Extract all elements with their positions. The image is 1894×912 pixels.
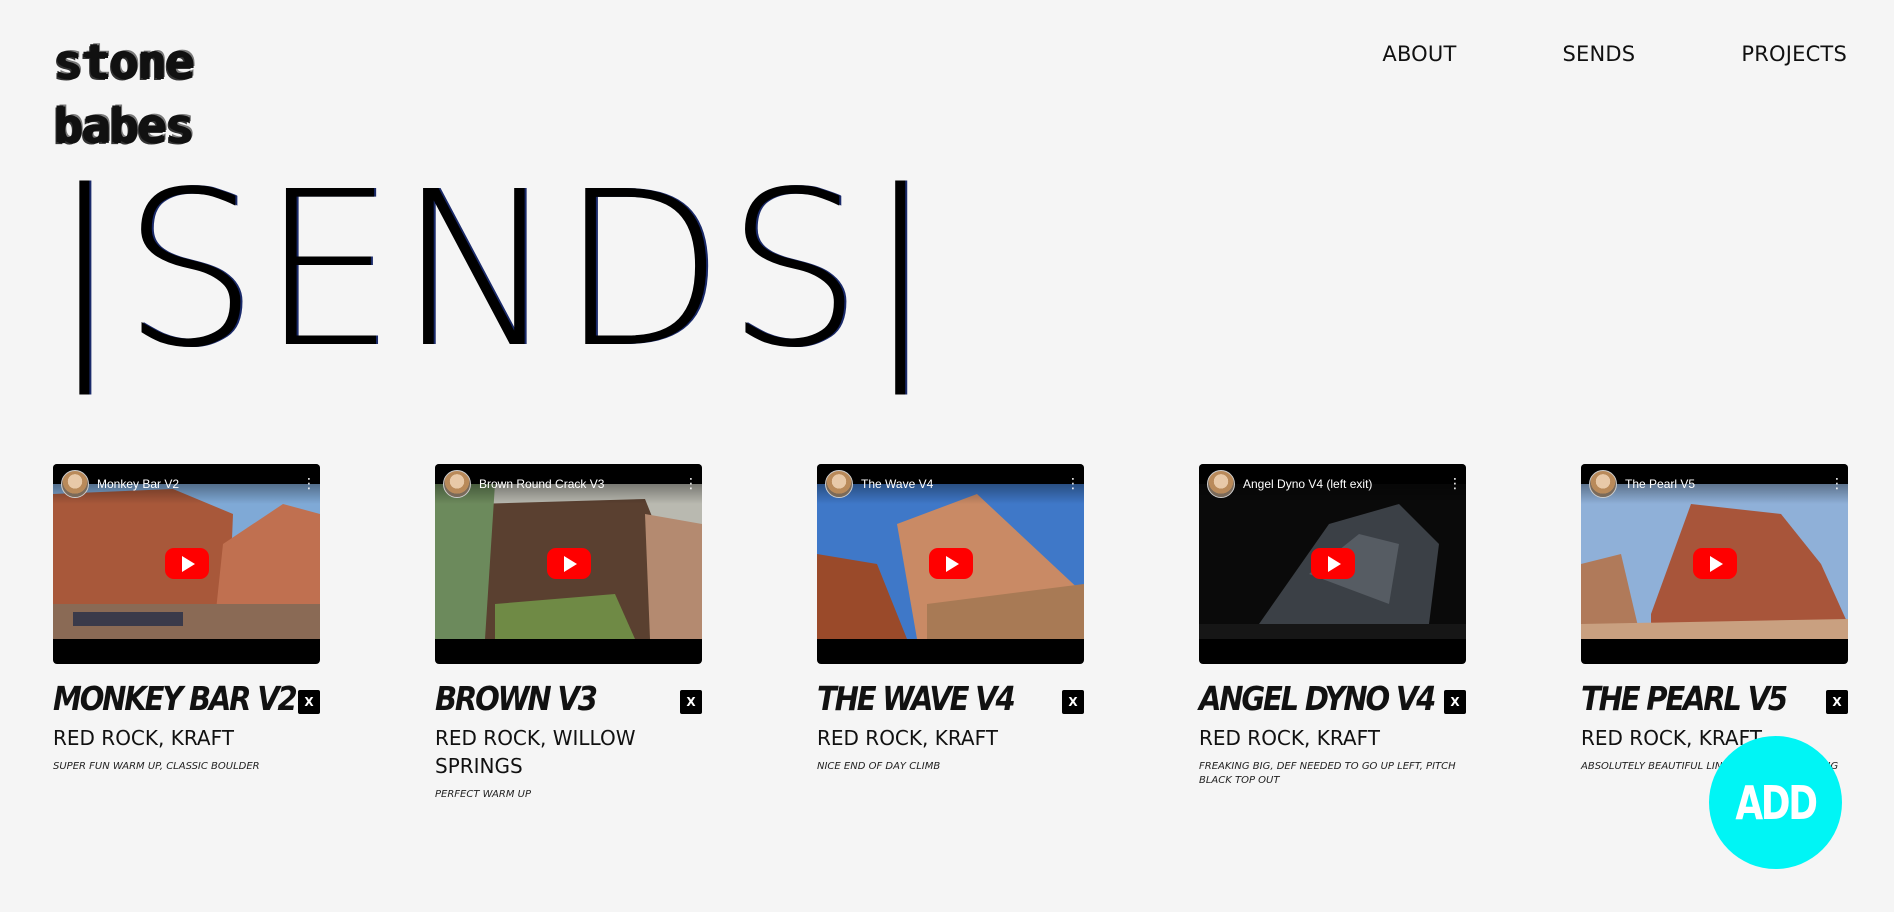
video-embed[interactable]: Monkey Bar V2 ⋮	[53, 464, 320, 664]
video-title[interactable]: Brown Round Crack V3	[479, 477, 684, 491]
sends-list: Monkey Bar V2 ⋮ MONKEY BAR V2 X RED ROCK…	[53, 464, 1848, 802]
channel-avatar[interactable]	[825, 470, 853, 498]
send-location: RED ROCK, KRAFT	[53, 726, 234, 750]
add-send-button[interactable]: ADD	[1709, 736, 1842, 869]
channel-avatar[interactable]	[443, 470, 471, 498]
send-note: PERFECT WARM UP	[435, 789, 531, 800]
more-vert-icon[interactable]: ⋮	[1448, 477, 1462, 491]
video-embed[interactable]: Angel Dyno V4 (left exit) ⋮	[1199, 464, 1466, 664]
more-vert-icon[interactable]: ⋮	[302, 477, 316, 491]
delete-button[interactable]: X	[1444, 690, 1466, 714]
delete-button[interactable]: X	[680, 690, 702, 714]
video-title[interactable]: Angel Dyno V4 (left exit)	[1243, 477, 1448, 491]
play-icon[interactable]	[164, 548, 209, 579]
send-name: THE PEARL V5	[1581, 679, 1788, 718]
send-card: Angel Dyno V4 (left exit) ⋮ ANGEL DYNO V…	[1199, 464, 1466, 802]
delete-button[interactable]: X	[1826, 690, 1848, 714]
site-logo[interactable]: stone babes	[53, 30, 193, 158]
video-embed[interactable]: Brown Round Crack V3 ⋮	[435, 464, 702, 664]
channel-avatar[interactable]	[61, 470, 89, 498]
page-title: |SENDS|	[48, 146, 938, 395]
channel-avatar[interactable]	[1207, 470, 1235, 498]
send-location: RED ROCK, KRAFT	[1199, 726, 1380, 750]
send-location: RED ROCK, KRAFT	[817, 726, 998, 750]
send-location: RED ROCK, WILLOW SPRINGS	[435, 726, 636, 778]
play-icon[interactable]	[1310, 548, 1355, 579]
video-title[interactable]: The Pearl V5	[1625, 477, 1830, 491]
more-vert-icon[interactable]: ⋮	[1830, 477, 1844, 491]
video-embed[interactable]: The Wave V4 ⋮	[817, 464, 1084, 664]
channel-avatar[interactable]	[1589, 470, 1617, 498]
video-embed[interactable]: The Pearl V5 ⋮	[1581, 464, 1848, 664]
nav-projects[interactable]: PROJECTS	[1741, 42, 1847, 66]
send-note: FREAKING BIG, DEF NEEDED TO GO UP LEFT, …	[1199, 761, 1456, 786]
delete-button[interactable]: X	[1062, 690, 1084, 714]
send-name: ANGEL DYNO V4	[1199, 679, 1436, 718]
main-nav: ABOUT SENDS PROJECTS	[1382, 42, 1847, 66]
play-icon[interactable]	[928, 548, 973, 579]
send-name: THE WAVE V4	[817, 679, 1016, 718]
send-card: Monkey Bar V2 ⋮ MONKEY BAR V2 X RED ROCK…	[53, 464, 320, 802]
video-title[interactable]: The Wave V4	[861, 477, 1066, 491]
add-button-label: ADD	[1735, 775, 1818, 830]
send-card: The Wave V4 ⋮ THE WAVE V4 X RED ROCK, KR…	[817, 464, 1084, 802]
logo-line-1: stone	[53, 34, 193, 90]
play-icon[interactable]	[546, 548, 591, 579]
delete-button[interactable]: X	[298, 690, 320, 714]
play-icon[interactable]	[1692, 548, 1737, 579]
video-title[interactable]: Monkey Bar V2	[97, 477, 302, 491]
more-vert-icon[interactable]: ⋮	[1066, 477, 1080, 491]
send-card: Brown Round Crack V3 ⋮ BROWN V3 X RED RO…	[435, 464, 702, 802]
nav-about[interactable]: ABOUT	[1382, 42, 1456, 66]
send-note: SUPER FUN WARM UP, CLASSIC BOULDER	[53, 761, 260, 772]
send-name: BROWN V3	[435, 679, 598, 718]
more-vert-icon[interactable]: ⋮	[684, 477, 698, 491]
nav-sends[interactable]: SENDS	[1563, 42, 1636, 66]
send-note: NICE END OF DAY CLIMB	[817, 761, 941, 772]
send-name: MONKEY BAR V2	[53, 679, 298, 718]
